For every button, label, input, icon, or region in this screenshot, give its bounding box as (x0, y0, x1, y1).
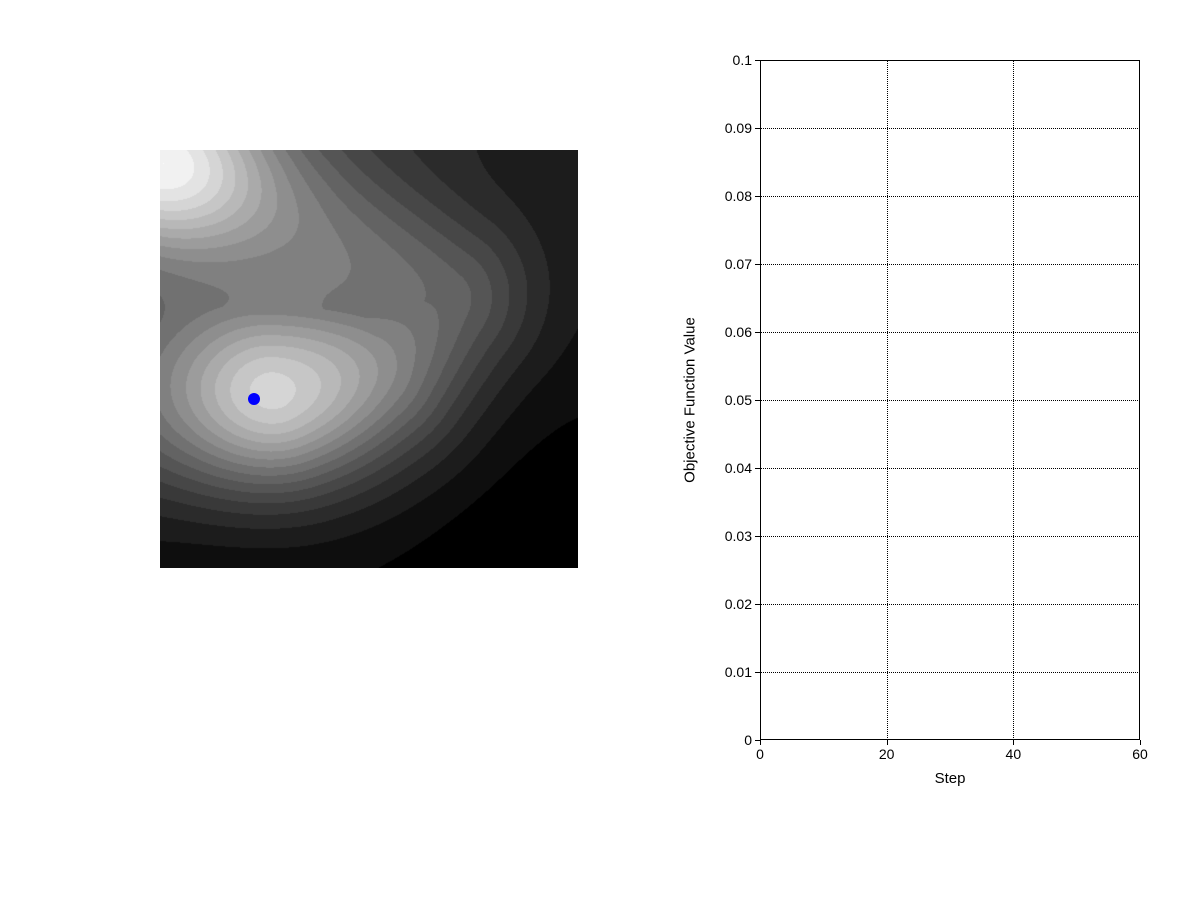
tick-mark (755, 536, 760, 537)
y-tick-label: 0.06 (725, 324, 752, 340)
y-axis-label: Objective Function Value (682, 317, 699, 483)
tick-mark (755, 604, 760, 605)
figure-container: Objective Function Value Step 0 20 40 60 0 0.… (0, 0, 1200, 900)
tick-mark (755, 672, 760, 673)
y-tick-label: 0.03 (725, 528, 752, 544)
x-tick-label: 40 (1006, 746, 1022, 762)
grid-line (760, 264, 1140, 265)
y-tick-label: 0.07 (725, 256, 752, 272)
y-tick-label: 0.08 (725, 188, 752, 204)
grid-line (760, 400, 1140, 401)
y-tick-label: 0.02 (725, 596, 752, 612)
y-tick-label: 0.01 (725, 664, 752, 680)
y-tick-label: 0.04 (725, 460, 752, 476)
tick-mark (755, 740, 760, 741)
x-tick-label: 60 (1132, 746, 1148, 762)
tick-mark (1013, 740, 1014, 745)
grid-line (760, 672, 1140, 673)
x-axis-label: Step (935, 770, 966, 787)
grid-line (760, 332, 1140, 333)
tick-mark (1140, 740, 1141, 745)
x-tick-label: 20 (879, 746, 895, 762)
objective-landscape-heatmap (160, 150, 578, 568)
objective-trace-plot: Objective Function Value Step 020406000.… (700, 60, 1140, 780)
grid-line (760, 128, 1140, 129)
tick-mark (755, 128, 760, 129)
grid-line (760, 468, 1140, 469)
y-tick-label: 0.1 (733, 52, 752, 68)
grid-line (760, 196, 1140, 197)
y-tick-label: 0.09 (725, 120, 752, 136)
y-tick-label: 0.05 (725, 392, 752, 408)
tick-mark (755, 196, 760, 197)
grid-line (760, 604, 1140, 605)
tick-mark (755, 332, 760, 333)
grid-line (760, 536, 1140, 537)
x-tick-label: 0 (756, 746, 764, 762)
heatmap-panel (160, 150, 578, 568)
tick-mark (760, 740, 761, 745)
tick-mark (755, 264, 760, 265)
tick-mark (755, 468, 760, 469)
tick-mark (755, 60, 760, 61)
tick-mark (755, 400, 760, 401)
tick-mark (887, 740, 888, 745)
y-tick-label: 0 (744, 732, 752, 748)
current-point-marker (248, 393, 260, 405)
plot-area (760, 60, 1140, 740)
